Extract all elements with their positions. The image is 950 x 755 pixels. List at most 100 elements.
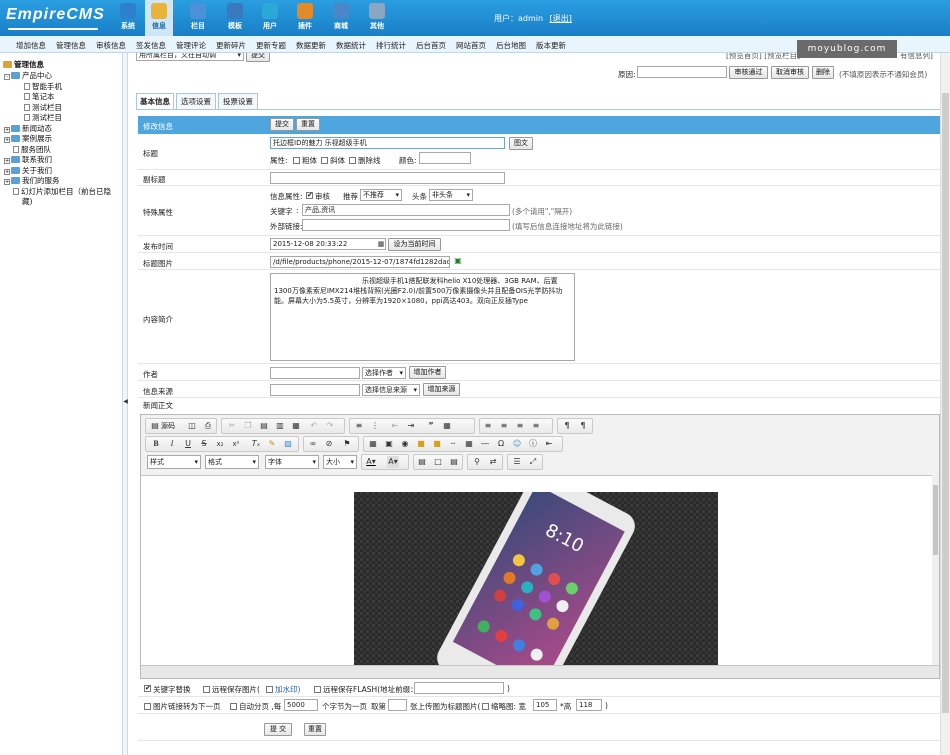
tree-node[interactable]: - 产品中心 (4, 70, 52, 81)
outdent-icon[interactable]: ⇤ (389, 420, 401, 432)
bullet-list-icon[interactable]: ⋮ (369, 420, 381, 432)
expand-icon[interactable]: + (4, 137, 10, 143)
expand-icon[interactable]: + (4, 126, 10, 133)
nav-user[interactable]: 用户 (256, 0, 284, 36)
anchor-icon[interactable]: ⚑ (341, 438, 353, 450)
italic-attr[interactable]: 斜体 (319, 155, 345, 166)
page-scrollbar[interactable] (940, 53, 950, 755)
copy-format-icon[interactable]: ✎ (266, 438, 278, 450)
reason-input[interactable] (637, 66, 727, 78)
numbered-list-icon[interactable]: ≡ (353, 420, 365, 432)
tab-vote[interactable]: 投票设置 (218, 93, 258, 109)
maximize-icon[interactable]: ⤢ (527, 456, 539, 468)
ltr-icon[interactable]: ¶ (561, 420, 573, 432)
menu-item-12[interactable]: 后台地图 (496, 40, 526, 51)
info-list-link[interactable]: 有信息列] (900, 53, 933, 61)
remote-flash-option[interactable]: 远程保存FLASH(地址前缀： (312, 684, 418, 695)
new-page-icon[interactable]: □ (432, 456, 444, 468)
add-author-button[interactable]: 增加作者 (409, 366, 446, 379)
preview-links[interactable]: [预览首页] [预览栏目] (726, 53, 800, 61)
save-icon[interactable]: ▤ (448, 456, 460, 468)
nav-folder[interactable]: 栏目 (184, 0, 212, 36)
unlink-icon[interactable]: ⊘ (323, 438, 335, 450)
align-left-icon[interactable]: ≡ (482, 420, 494, 432)
color-input[interactable] (419, 152, 471, 164)
header-submit-button[interactable]: 提交 (270, 118, 294, 131)
undo-icon[interactable]: ↶ (308, 420, 320, 432)
unapprove-button[interactable]: 取消审核 (771, 66, 809, 79)
show-blocks-icon[interactable]: ☰ (511, 456, 523, 468)
header-reset-button[interactable]: 重置 (296, 118, 320, 131)
thumbnail-checkbox[interactable] (482, 703, 489, 710)
bold-icon[interactable]: B (150, 438, 162, 450)
tree-node[interactable]: 藏) (22, 196, 32, 207)
replace-keywords-checkbox[interactable] (144, 685, 151, 692)
remote-image-checkbox[interactable] (203, 686, 210, 693)
pagebreak-icon[interactable]: ┄ (447, 438, 459, 450)
tree-node[interactable]: + 案例展示 (4, 133, 52, 144)
external-link-input[interactable] (302, 219, 510, 231)
source-icon[interactable]: ▤ (149, 420, 161, 432)
reset-button[interactable]: 重置 (304, 723, 326, 736)
underline-icon[interactable]: U (182, 438, 194, 450)
watermark-option[interactable]: 加水印) (264, 684, 300, 695)
menu-item-3[interactable]: 签发信息 (136, 40, 166, 51)
nav-gear[interactable]: 其他 (363, 0, 391, 36)
tree-node[interactable]: 测试栏目 (24, 102, 62, 113)
source-button[interactable]: 源码 (161, 419, 175, 433)
replace-icon[interactable]: ⇄ (487, 456, 499, 468)
font-dropdown[interactable]: 字体 (265, 455, 319, 469)
paste-word-icon[interactable]: ▦ (290, 420, 302, 432)
strike-checkbox[interactable] (349, 157, 356, 164)
expand-icon[interactable]: + (4, 179, 10, 185)
title-image-button[interactable]: 图文 (509, 137, 533, 150)
menu-item-8[interactable]: 数据统计 (336, 40, 366, 51)
partial-submit-button[interactable]: 提交 (246, 53, 270, 62)
replace-keywords-option[interactable]: 关键字替换 (142, 684, 191, 695)
tree-node[interactable]: + 新闻动态 (4, 123, 52, 134)
titlepic-input[interactable]: /d/file/products/phone/2015-12-07/1874fd… (270, 256, 450, 268)
superscript-icon[interactable]: x² (230, 438, 242, 450)
redo-icon[interactable]: ↷ (324, 420, 336, 432)
preview-icon[interactable]: ◫ (186, 420, 198, 432)
tab-basic-info[interactable]: 基本信息 (136, 93, 174, 109)
nav-globe[interactable]: 系统 (114, 0, 142, 36)
recommend-select[interactable]: 不推荐 (360, 189, 402, 201)
column-select[interactable]: 用所属栏目，又在自动调 (136, 53, 244, 61)
tree-node[interactable]: 服务团队 (4, 144, 51, 155)
iframe-icon[interactable]: ⓘ (527, 438, 539, 450)
keywords-input[interactable]: 产品,资讯 (302, 204, 510, 216)
tree-node[interactable]: + 关于我们 (4, 165, 52, 176)
approve-button[interactable]: 审核通过 (729, 66, 768, 79)
div-container-icon[interactable]: ▦ (441, 420, 453, 432)
cut-icon[interactable]: ✂ (226, 420, 238, 432)
delete-button[interactable]: 删除 (812, 66, 834, 79)
align-right-icon[interactable]: ≡ (514, 420, 526, 432)
template-icon[interactable]: ▤ (416, 456, 428, 468)
blockquote-icon[interactable]: ” (425, 420, 437, 432)
set-now-button[interactable]: 设为当前时间 (388, 238, 441, 251)
page-chars-input[interactable]: 5000 (284, 699, 318, 711)
thumbnail-option[interactable]: 缩略图: 宽 (480, 701, 526, 712)
collapse-icon[interactable]: - (4, 74, 10, 80)
menu-item-13[interactable]: 版本更新 (536, 40, 566, 51)
italic-checkbox[interactable] (321, 157, 328, 164)
remote-flash-checkbox[interactable] (314, 686, 321, 693)
subtitle-input[interactable] (270, 172, 505, 184)
watermark-checkbox[interactable] (266, 686, 273, 693)
image-browse-icon[interactable]: ▣ (452, 255, 464, 267)
special-char-icon[interactable]: Ω (495, 438, 507, 450)
nav-template[interactable]: 模板 (221, 0, 249, 36)
tree-node[interactable]: 笔记本 (24, 91, 55, 102)
paste-icon[interactable]: ▤ (258, 420, 270, 432)
flash-prefix-input[interactable] (414, 682, 504, 694)
tab-options[interactable]: 选项设置 (176, 93, 216, 109)
empirecms-logo[interactable]: EmpireCMS (6, 6, 105, 30)
menu-item-11[interactable]: 网站首页 (456, 40, 486, 51)
author-select[interactable]: 选择作者 (362, 367, 406, 379)
nav-puzzle[interactable]: 插件 (291, 0, 319, 36)
thumb-width-input[interactable]: 105 (533, 699, 557, 711)
smiley-icon[interactable]: ☺ (511, 438, 523, 450)
flash-icon[interactable]: ▣ (383, 438, 395, 450)
take-index-input[interactable] (388, 699, 407, 711)
